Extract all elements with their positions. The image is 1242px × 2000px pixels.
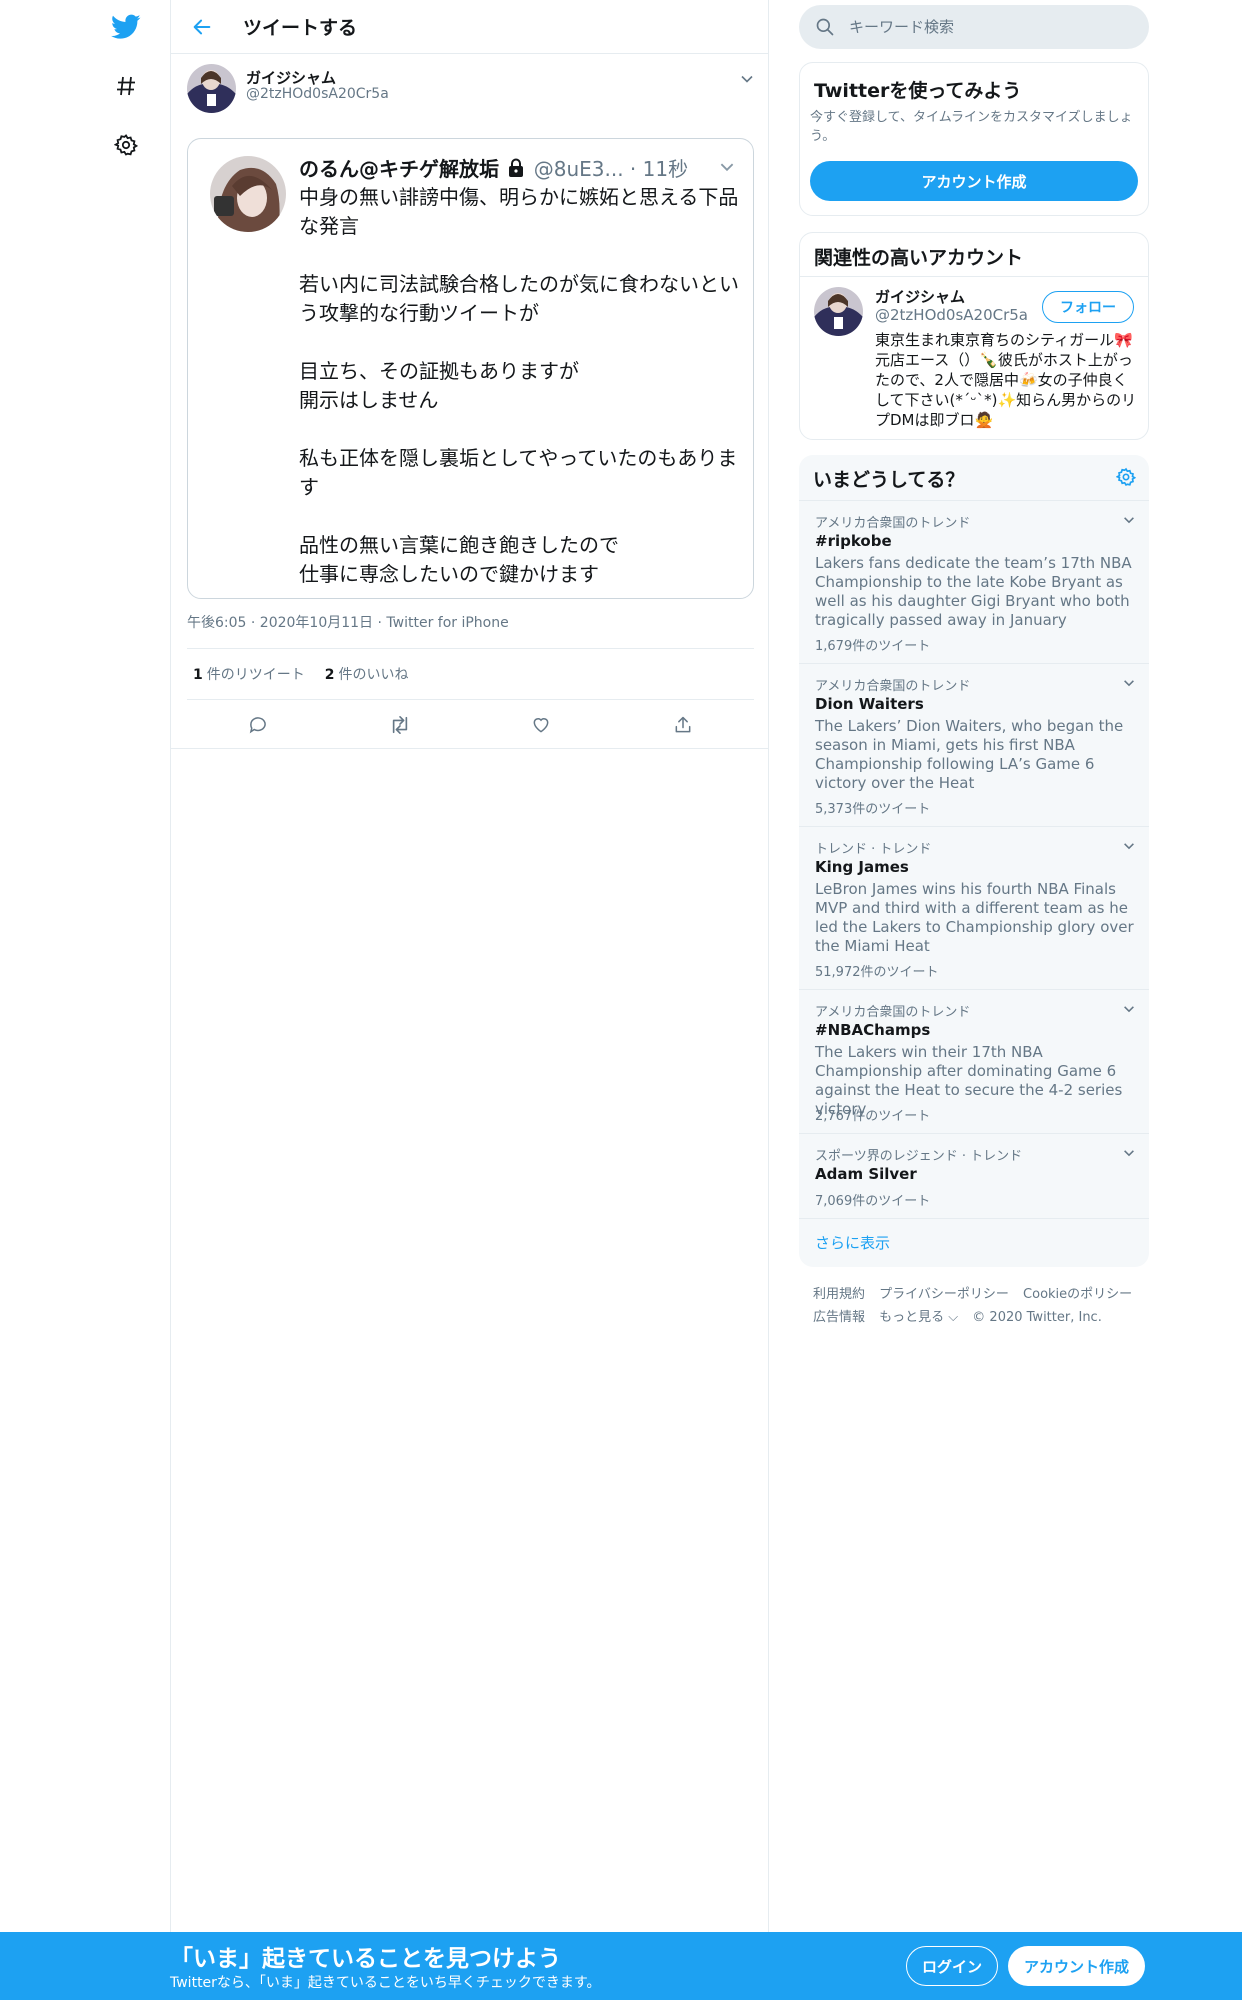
quoted-time: · 11秒 (629, 157, 689, 181)
chevron-down-icon[interactable] (732, 64, 762, 94)
retweet-count: 1 (193, 667, 203, 683)
ads-link[interactable]: 広告情報 (813, 1310, 865, 1325)
author-avatar[interactable] (187, 64, 236, 113)
cookies-link[interactable]: Cookieのポリシー (1023, 1287, 1132, 1302)
tweet-stats: 1 件のリツイート 2 件のいいね (187, 648, 754, 700)
trend-name: Dion Waiters (815, 695, 924, 713)
signup-button[interactable]: アカウント作成 (1008, 1946, 1145, 1986)
related-name[interactable]: ガイジシャム (875, 286, 965, 307)
trend-context: スポーツ界のレジェンド · トレンド (815, 1149, 1023, 1164)
terms-link[interactable]: 利用規約 (813, 1287, 865, 1302)
author-name[interactable]: ガイジシャム (246, 67, 336, 88)
tweet-timestamp[interactable]: 午後6:05 · 2020年10月11日 · Twitter for iPhon… (187, 612, 509, 632)
trend-item[interactable]: スポーツ界のレジェンド · トレンド Adam Silver 7,069件のツイ… (799, 1134, 1149, 1219)
lock-icon (507, 158, 525, 178)
retweet-icon[interactable] (382, 707, 418, 743)
bottom-bar-subtitle: Twitterなら、「いま」起きていることをいち早くチェックできます。 (170, 1975, 601, 1991)
gear-icon[interactable] (1113, 464, 1139, 490)
tweet-author: ガイジシャム @2tzHOd0sA20Cr5a (171, 54, 768, 122)
trend-name: #NBAChamps (815, 1021, 931, 1039)
chevron-down-icon[interactable] (1119, 510, 1139, 530)
related-title: 関連性の高いアカウント (814, 247, 1024, 269)
trend-context: アメリカ合衆国のトレンド (815, 516, 971, 531)
login-button[interactable]: ログイン (906, 1946, 998, 1986)
like-icon[interactable] (523, 707, 559, 743)
retweet-stat[interactable]: 1 件のリツイート (193, 664, 305, 684)
chevron-down-icon[interactable] (1119, 836, 1139, 856)
quoted-avatar (210, 156, 286, 232)
bottom-bar-title: 「いま」起きていることを見つけよう (170, 1946, 561, 1972)
trend-description: The Lakers’ Dion Waiters, who began the … (815, 717, 1124, 792)
trend-item[interactable]: アメリカ合衆国のトレンド #NBAChamps The Lakers win t… (799, 990, 1149, 1134)
search-input[interactable] (849, 18, 1129, 36)
footer-links: 利用規約 プライバシーポリシー Cookieのポリシー 広告情報 もっと見る ⌵… (813, 1283, 1143, 1329)
create-account-button[interactable]: アカウント作成 (810, 161, 1138, 201)
quoted-text: 中身の無い誹謗中傷、明らかに嫉妬と思える下品な発言 若い内に司法試験合格したのが… (299, 185, 739, 586)
trend-name: Adam Silver (815, 1165, 917, 1183)
chevron-down-icon[interactable] (1119, 999, 1139, 1019)
quoted-name: のるん@キチゲ解放垢 (299, 157, 499, 181)
trend-count: 7,069件のツイート (815, 1194, 931, 1209)
related-handle[interactable]: @2tzHOd0sA20Cr5a (875, 306, 1028, 324)
main-column: ツイートする ガイジシャム @2tzHOd0sA20Cr5a のるん@キチゲ解放… (170, 0, 769, 1932)
trend-item[interactable]: アメリカ合衆国のトレンド #ripkobe Lakers fans dedica… (799, 501, 1149, 664)
signup-description: 今すぐ登録して、タイムラインをカスタマイズしましょう。 (810, 110, 1133, 144)
bottom-bar: 「いま」起きていることを見つけよう Twitterなら、「いま」起きていることを… (0, 1932, 1242, 2000)
like-stat[interactable]: 2 件のいいね (325, 664, 409, 684)
left-nav (0, 0, 170, 2000)
trend-count: 1,679件のツイート (815, 639, 931, 654)
reply-icon[interactable] (240, 707, 276, 743)
author-handle[interactable]: @2tzHOd0sA20Cr5a (246, 86, 389, 102)
quoted-header: のるん@キチゲ解放垢 @8uE3... · 11秒 (299, 153, 688, 182)
more-link[interactable]: もっと見る ⌵ (879, 1310, 958, 1325)
trend-name: #ripkobe (815, 532, 892, 550)
share-icon[interactable] (665, 707, 701, 743)
related-avatar[interactable] (814, 287, 863, 336)
page-title: ツイートする (243, 17, 358, 39)
trend-count: 2,767件のツイート (815, 1109, 931, 1124)
trend-count: 51,972件のツイート (815, 965, 939, 980)
trend-context: トレンド · トレンド (815, 842, 932, 857)
trend-count: 5,373件のツイート (815, 802, 931, 817)
related-bio: 東京生まれ東京育ちのシティガール🎀元店エース（）🍾彼氏がホスト上がったので、2人… (875, 331, 1137, 429)
like-label: 件のいいね (338, 667, 409, 683)
tweet-actions (187, 701, 754, 748)
quoted-handle: @8uE3... (533, 157, 624, 181)
gear-icon[interactable] (101, 120, 151, 170)
trend-description: LeBron James wins his fourth NBA Finals … (815, 880, 1134, 955)
trend-item[interactable]: アメリカ合衆国のトレンド Dion Waiters The Lakers’ Di… (799, 664, 1149, 827)
chevron-down-icon (715, 155, 739, 179)
privacy-link[interactable]: プライバシーポリシー (879, 1287, 1009, 1302)
signup-panel: Twitterを使ってみよう 今すぐ登録して、タイムラインをカスタマイズしましょ… (799, 62, 1149, 216)
retweet-label: 件のリツイート (206, 667, 305, 683)
trends-panel: いまどうしてる？ アメリカ合衆国のトレンド #ripkobe Lakers fa… (799, 455, 1149, 1267)
trends-title: いまどうしてる？ (813, 469, 965, 491)
divider (171, 748, 768, 749)
show-more-link[interactable]: さらに表示 (815, 1232, 890, 1253)
chevron-down-icon[interactable] (1119, 1143, 1139, 1163)
main-header: ツイートする (171, 0, 768, 54)
back-arrow-icon[interactable] (177, 2, 227, 52)
trend-item[interactable]: トレンド · トレンド King James LeBron James wins… (799, 827, 1149, 990)
hashtag-icon[interactable] (101, 61, 151, 111)
trend-description: Lakers fans dedicate the team’s 17th NBA… (815, 554, 1132, 629)
related-accounts-panel: 関連性の高いアカウント ガイジシャム @2tzHOd0sA20Cr5a フォロー… (799, 232, 1149, 440)
search-bar[interactable] (799, 5, 1149, 49)
chevron-down-icon[interactable] (1119, 673, 1139, 693)
search-icon (815, 17, 835, 37)
divider (800, 276, 1148, 277)
like-count: 2 (324, 667, 335, 683)
trend-context: アメリカ合衆国のトレンド (815, 679, 971, 694)
trends-header: いまどうしてる？ (799, 455, 1149, 501)
follow-button[interactable]: フォロー (1042, 291, 1134, 323)
trend-context: アメリカ合衆国のトレンド (815, 1005, 971, 1020)
tweet-image-card[interactable]: のるん@キチゲ解放垢 @8uE3... · 11秒 中身の無い誹謗中傷、明らかに… (187, 138, 754, 599)
twitter-logo-icon[interactable] (101, 2, 151, 52)
signup-title: Twitterを使ってみよう (814, 80, 1022, 102)
copyright: © 2020 Twitter, Inc. (972, 1310, 1102, 1325)
trend-name: King James (815, 858, 909, 876)
